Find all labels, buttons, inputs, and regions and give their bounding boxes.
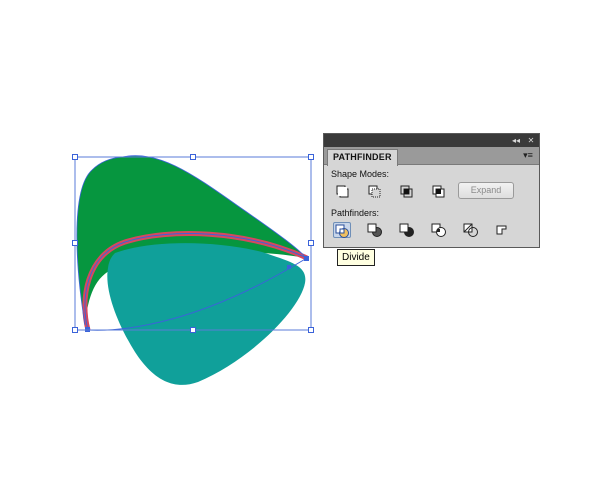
- divide-tooltip: Divide: [337, 249, 375, 266]
- anchor-point[interactable]: [304, 256, 309, 261]
- collapse-icon[interactable]: ◂◂: [510, 135, 522, 146]
- close-icon[interactable]: ✕: [525, 135, 537, 146]
- minus-back-icon: [496, 225, 507, 235]
- bbox-handle-bottom-left[interactable]: [72, 327, 78, 333]
- unite-button[interactable]: [334, 183, 352, 199]
- crop-icon: [431, 223, 446, 237]
- intersect-button[interactable]: [398, 183, 416, 199]
- merge-icon: [399, 223, 414, 237]
- crop-button[interactable]: [430, 222, 448, 238]
- trim-button[interactable]: [366, 222, 384, 238]
- panel-titlebar[interactable]: ◂◂ ✕: [324, 134, 539, 147]
- bbox-handle-middle-right[interactable]: [308, 240, 314, 246]
- bbox-handle-top-left[interactable]: [72, 154, 78, 160]
- anchor-point[interactable]: [287, 265, 291, 269]
- trim-icon: [367, 223, 382, 237]
- expand-button[interactable]: Expand: [458, 182, 514, 199]
- pathfinder-panel: ◂◂ ✕ PATHFINDER ▾≡ Shape Modes: Expand P…: [323, 133, 540, 248]
- merge-button[interactable]: [398, 222, 416, 238]
- outline-icon: [463, 223, 478, 237]
- exclude-button[interactable]: [430, 183, 448, 199]
- panel-tab-row: PATHFINDER ▾≡: [324, 147, 539, 166]
- minus-back-button[interactable]: [494, 222, 512, 238]
- minus-front-button[interactable]: [366, 183, 384, 199]
- tab-pathfinder[interactable]: PATHFINDER: [327, 149, 398, 166]
- bbox-handle-bottom-middle[interactable]: [190, 327, 196, 333]
- teal-shape[interactable]: [107, 243, 306, 385]
- intersect-icon: [400, 185, 413, 198]
- bbox-handle-top-right[interactable]: [308, 154, 314, 160]
- divide-icon: [335, 224, 349, 238]
- minus-front-icon: [368, 185, 381, 198]
- pathfinders-label: Pathfinders:: [331, 208, 380, 218]
- panel-menu-icon[interactable]: ▾≡: [521, 150, 535, 160]
- divide-button[interactable]: [333, 222, 351, 238]
- unite-icon: [336, 185, 349, 198]
- outline-button[interactable]: [462, 222, 480, 238]
- shape-modes-label: Shape Modes:: [331, 169, 390, 179]
- artwork-canvas[interactable]: [0, 0, 600, 500]
- bbox-handle-top-middle[interactable]: [190, 154, 196, 160]
- bbox-handle-bottom-right[interactable]: [308, 327, 314, 333]
- artboard[interactable]: [0, 0, 600, 500]
- exclude-icon: [432, 185, 445, 198]
- bbox-handle-middle-left[interactable]: [72, 240, 78, 246]
